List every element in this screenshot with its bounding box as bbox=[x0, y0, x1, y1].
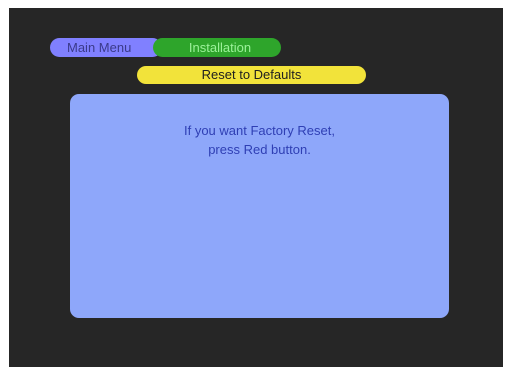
dialog-message-line-2: press Red button. bbox=[208, 142, 311, 157]
tv-screen: Main Menu Installation Reset to Defaults… bbox=[9, 8, 503, 367]
breadcrumb-installation[interactable]: Installation bbox=[153, 38, 281, 57]
breadcrumb-main-menu[interactable]: Main Menu bbox=[50, 38, 162, 57]
page-title: Reset to Defaults bbox=[137, 66, 366, 84]
dialog-message-line-1: If you want Factory Reset, bbox=[183, 123, 335, 138]
dialog-message: If you want Factory Reset, press Red but… bbox=[70, 121, 449, 159]
message-dialog: If you want Factory Reset, press Red but… bbox=[70, 94, 449, 318]
